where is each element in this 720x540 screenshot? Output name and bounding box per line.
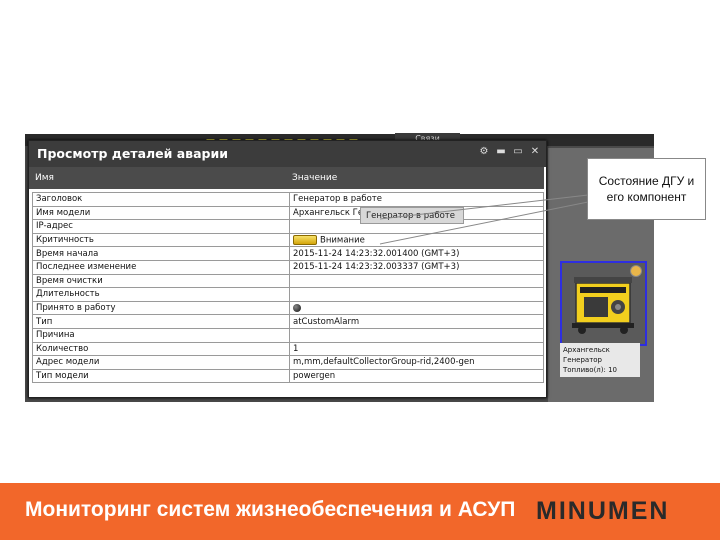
generator-icon	[572, 277, 634, 334]
footer-title: Мониторинг систем жизнеобеспечения и АСУ…	[25, 498, 516, 521]
generator-device-card[interactable]	[560, 261, 647, 346]
footer-banner: Мониторинг систем жизнеобеспечения и АСУ…	[0, 483, 720, 540]
callout-line-2: его компонент	[606, 190, 687, 204]
generator-location: Архангельск	[563, 346, 610, 354]
company-logo: MINUMEN	[536, 497, 670, 525]
generator-fuel: Топливо(л): 10	[563, 366, 617, 374]
callout-line-1: Состояние ДГУ и	[598, 174, 695, 188]
generator-label: Архангельск Генератор Топливо(л): 10	[560, 343, 640, 377]
generator-name: Генератор	[563, 356, 602, 364]
status-badge-icon	[630, 265, 642, 277]
annotation-callout: Состояние ДГУ и его компонент	[587, 158, 706, 220]
